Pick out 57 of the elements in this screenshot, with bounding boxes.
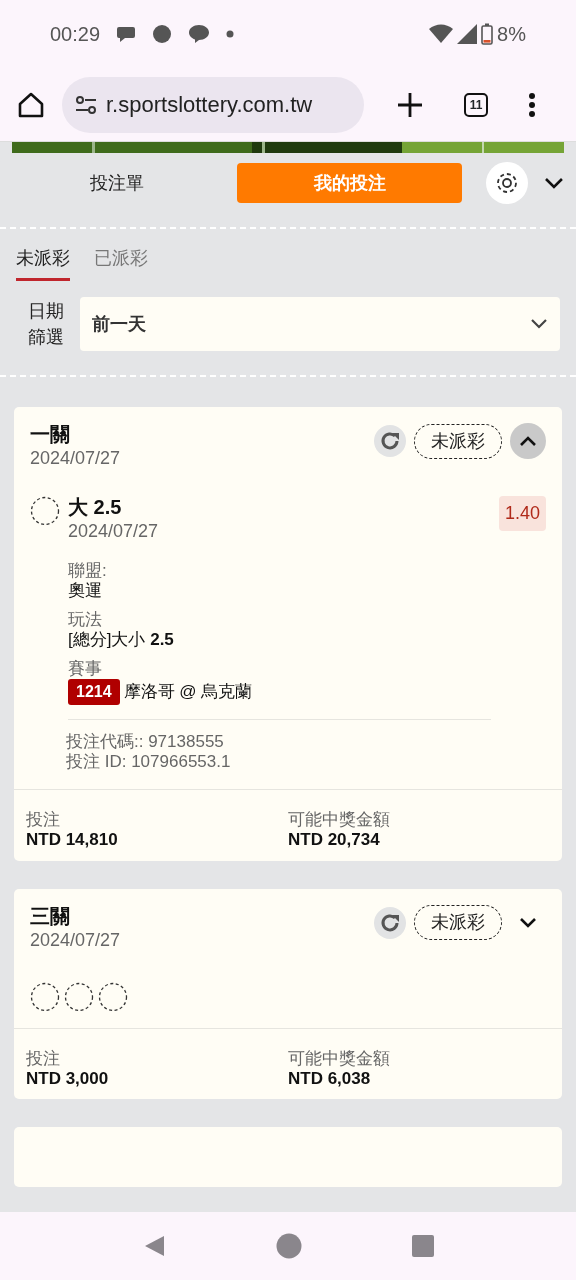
- dot-icon: [152, 24, 173, 44]
- collapse-button[interactable]: [510, 423, 546, 459]
- battery-icon: [481, 23, 494, 45]
- clock-time: 00:29: [50, 22, 101, 47]
- more-menu-icon[interactable]: [528, 91, 536, 118]
- bet-type: 一關: [30, 423, 71, 445]
- signal-icon: [457, 24, 478, 44]
- chat-bubble-icon: [188, 24, 211, 44]
- pick-date: 2024/07/27: [68, 520, 160, 543]
- amount-label: 投注: [26, 809, 61, 831]
- chevron-down-icon: [519, 916, 537, 929]
- empty-circle-icon: [30, 981, 60, 1012]
- amount-value: NTD 6,038: [288, 1068, 372, 1090]
- address-bar[interactable]: r.sportslottery.com.tw: [62, 76, 364, 133]
- tab[interactable]: 已派彩: [94, 245, 148, 281]
- pick-name: 大 2.5: [68, 496, 123, 518]
- date-select[interactable]: 前一天: [80, 297, 560, 351]
- event-name: 摩洛哥 @ 烏克蘭: [123, 681, 253, 703]
- field-label: 玩法: [68, 609, 103, 631]
- refresh-button[interactable]: [374, 906, 406, 939]
- dot-icon: [226, 30, 235, 38]
- url-text: r.sportslottery.com.tw: [106, 91, 313, 119]
- field-label: 賽事: [68, 658, 103, 679]
- refresh-button[interactable]: [374, 425, 406, 457]
- tab-count-button[interactable]: 11: [464, 92, 488, 117]
- chevron-up-icon: [519, 435, 537, 447]
- amount-value: NTD 14,810: [26, 830, 119, 851]
- bet-type: 三關: [30, 904, 71, 927]
- refresh-icon: [379, 911, 401, 934]
- filter-label: 日期篩選: [27, 299, 64, 349]
- event-code: 1214: [68, 678, 120, 705]
- bet-date: 2024/07/27: [30, 928, 121, 952]
- empty-circle-icon: [64, 981, 94, 1012]
- amount-label: 可能中獎金額: [288, 1048, 391, 1069]
- refresh-icon: [379, 430, 401, 452]
- chevron-down-icon: [530, 318, 548, 330]
- field-value: [總分]大小 2.5: [68, 630, 175, 651]
- tab[interactable]: 投注單: [12, 163, 222, 203]
- tab[interactable]: 未派彩: [16, 245, 70, 281]
- amount-label: 可能中獎金額: [288, 809, 391, 831]
- wifi-icon: [429, 24, 454, 44]
- bet-code: 投注代碼:: 97138555: [66, 731, 225, 753]
- battery-percent: 8%: [497, 22, 526, 47]
- amount-label: 投注: [26, 1048, 61, 1069]
- empty-circle-icon: [98, 981, 128, 1012]
- chevron-down-icon[interactable]: [544, 177, 564, 189]
- bet-id: 投注 ID: 107966553.1: [66, 752, 232, 773]
- bet-date: 2024/07/27: [30, 447, 121, 470]
- empty-circle-icon: [30, 496, 60, 526]
- amount-value: NTD 20,734: [288, 830, 381, 851]
- new-tab-icon[interactable]: [396, 90, 424, 119]
- odds-value: 1.40: [498, 496, 546, 531]
- field-label: 聯盟:: [68, 561, 108, 582]
- amount-value: NTD 3,000: [26, 1068, 110, 1090]
- chat-bubble-icon: [116, 25, 137, 43]
- settings-button[interactable]: [486, 162, 529, 204]
- field-value: 奧運: [68, 581, 103, 602]
